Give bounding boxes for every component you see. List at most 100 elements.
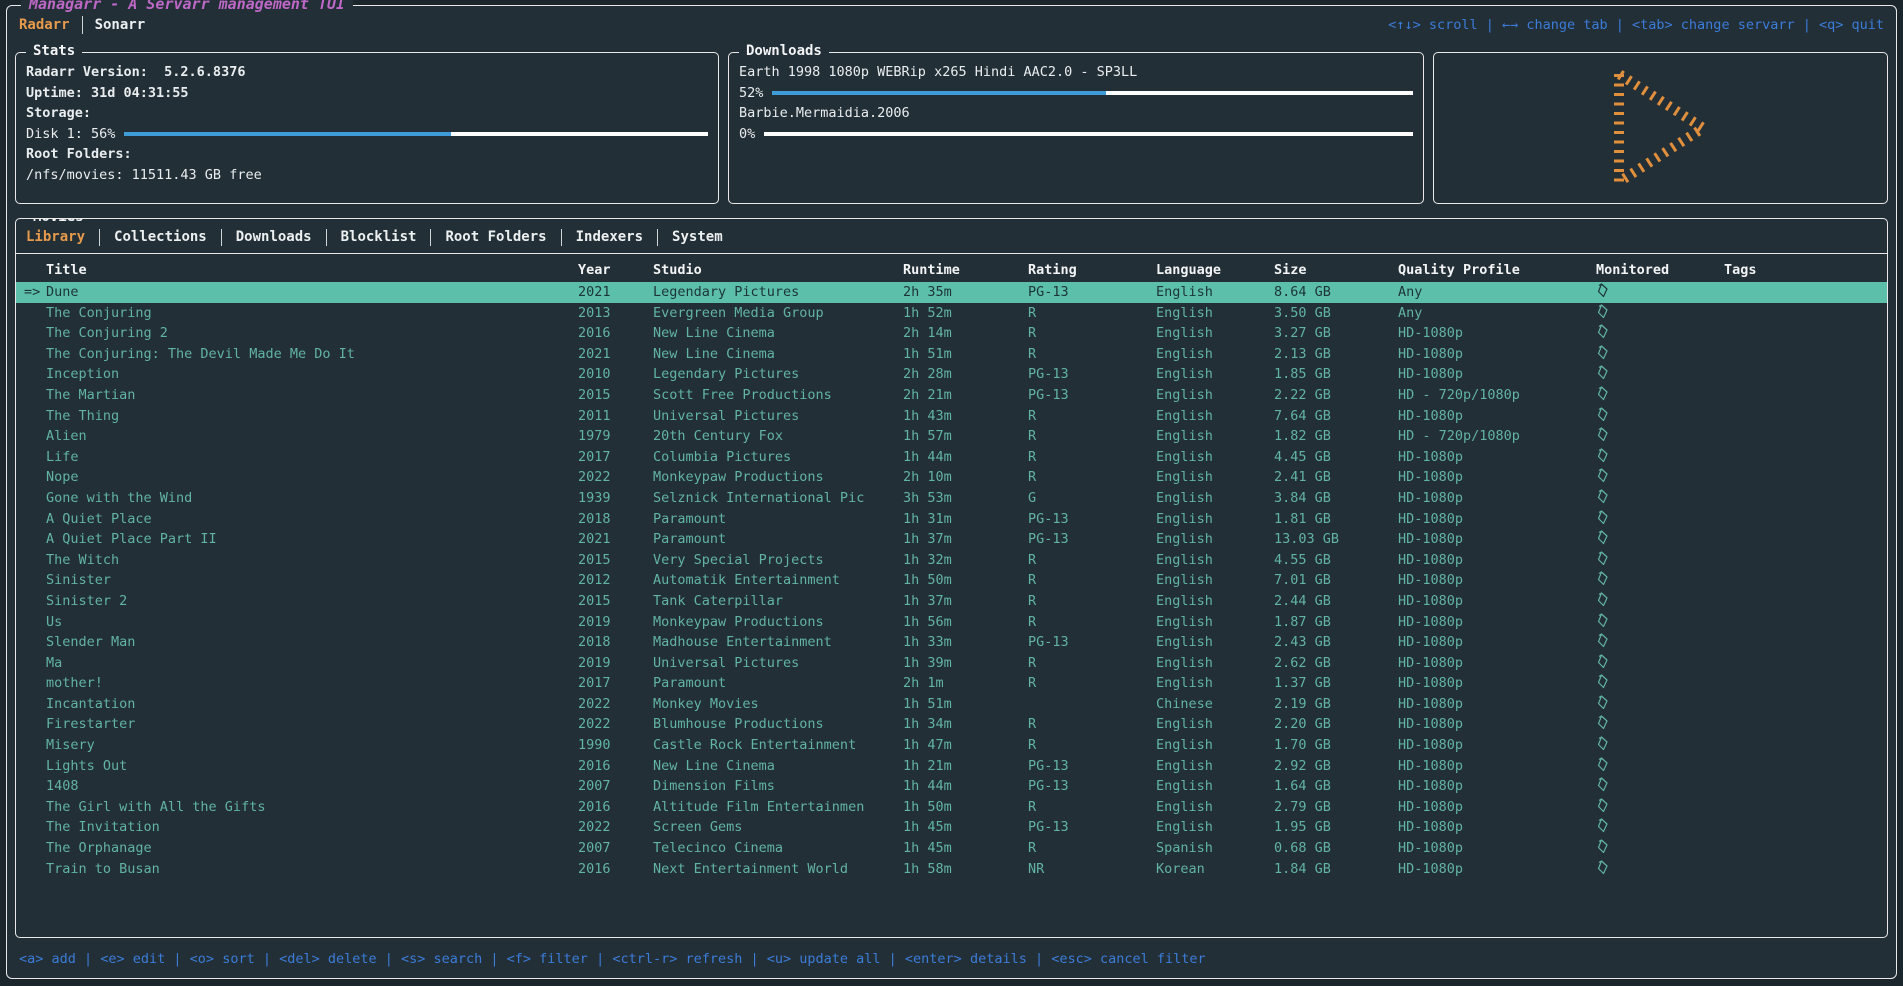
cell-title: mother! [46,673,578,694]
cell-year: 2018 [578,509,653,530]
tab-separator [326,229,327,246]
servarr-tab-radarr[interactable]: Radarr [19,17,70,33]
table-row[interactable]: Incantation2022Monkey Movies1h 51mChines… [16,694,1887,715]
table-row[interactable]: Inception2010Legendary Pictures2h 28mPG-… [16,364,1887,385]
tab-system[interactable]: System [672,229,723,245]
cell-size: 3.84 GB [1274,488,1398,509]
cell-title: Sinister [46,570,578,591]
cell-monitored [1596,756,1724,777]
cell-quality-profile: HD-1080p [1398,612,1596,633]
table-row[interactable]: Sinister2012Automatik Entertainment1h 50… [16,570,1887,591]
cell-size: 1.84 GB [1274,859,1398,880]
selection-marker [16,509,46,530]
cell-studio: Screen Gems [653,817,903,838]
cell-size: 1.81 GB [1274,509,1398,530]
cell-rating: R [1028,570,1156,591]
table-row[interactable]: Lights Out2016New Line Cinema1h 21mPG-13… [16,756,1887,777]
table-row[interactable]: A Quiet Place Part II2021Paramount1h 37m… [16,529,1887,550]
cell-year: 2015 [578,591,653,612]
cell-tags [1724,756,1887,777]
table-row[interactable]: Alien197920th Century Fox1h 57mREnglish1… [16,426,1887,447]
table-row[interactable]: mother!2017Paramount2h 1mREnglish1.37 GB… [16,673,1887,694]
tag-icon [1596,427,1610,442]
cell-size: 4.45 GB [1274,447,1398,468]
cell-monitored [1596,344,1724,365]
cell-language: English [1156,797,1274,818]
cell-rating: R [1028,673,1156,694]
cell-studio: New Line Cinema [653,756,903,777]
table-row[interactable]: The Invitation2022Screen Gems1h 45mPG-13… [16,817,1887,838]
cell-year: 2022 [578,714,653,735]
cell-year: 2013 [578,303,653,324]
table-row[interactable]: The Conjuring 22016New Line Cinema2h 14m… [16,323,1887,344]
app-title: Managarr - A Servarr management TUI [21,0,353,13]
logo-panel [1433,52,1888,204]
column-header-tags: Tags [1724,258,1887,282]
tab-indexers[interactable]: Indexers [576,229,643,245]
cell-language: English [1156,714,1274,735]
table-row[interactable]: Train to Busan2016Next Entertainment Wor… [16,859,1887,880]
table-row[interactable]: Gone with the Wind1939Selznick Internati… [16,488,1887,509]
cell-rating: R [1028,323,1156,344]
selection-marker [16,591,46,612]
cell-year: 2010 [578,364,653,385]
table-row[interactable]: The Martian2015Scott Free Productions2h … [16,385,1887,406]
cell-runtime: 1h 32m [903,550,1028,571]
cell-language: English [1156,467,1274,488]
table-row[interactable]: Misery1990Castle Rock Entertainment1h 47… [16,735,1887,756]
selection-marker [16,406,46,427]
column-header-rating: Rating [1028,258,1156,282]
cell-size: 4.55 GB [1274,550,1398,571]
cell-rating: R [1028,714,1156,735]
cell-quality-profile: Any [1398,282,1596,303]
table-row[interactable]: =>Dune2021Legendary Pictures2h 35mPG-13E… [16,282,1887,303]
cell-monitored [1596,323,1724,344]
cell-studio: Scott Free Productions [653,385,903,406]
tab-blocklist[interactable]: Blocklist [341,229,417,245]
servarr-tabs: Radarr Sonarr [19,16,145,34]
cell-runtime: 2h 10m [903,467,1028,488]
table-row[interactable]: The Girl with All the Gifts2016Altitude … [16,797,1887,818]
cell-rating: PG-13 [1028,529,1156,550]
table-row[interactable]: Nope2022Monkeypaw Productions2h 10mREngl… [16,467,1887,488]
cell-quality-profile: HD-1080p [1398,756,1596,777]
cell-monitored [1596,714,1724,735]
selection-marker [16,467,46,488]
table-row[interactable]: A Quiet Place2018Paramount1h 31mPG-13Eng… [16,509,1887,530]
cell-tags [1724,797,1887,818]
cell-tags [1724,447,1887,468]
cell-language: English [1156,570,1274,591]
table-row[interactable]: Firestarter2022Blumhouse Productions1h 3… [16,714,1887,735]
cell-year: 1990 [578,735,653,756]
table-row[interactable]: Us2019Monkeypaw Productions1h 56mREnglis… [16,612,1887,633]
cell-rating: R [1028,797,1156,818]
selection-marker [16,303,46,324]
table-row[interactable]: The Witch2015Very Special Projects1h 32m… [16,550,1887,571]
tab-collections[interactable]: Collections [114,229,207,245]
table-row[interactable]: Life2017Columbia Pictures1h 44mREnglish4… [16,447,1887,468]
tag-icon [1596,839,1610,854]
tag-icon [1596,860,1610,875]
tab-downloads[interactable]: Downloads [236,229,312,245]
download-percent: 0% [739,124,755,145]
table-row[interactable]: The Orphanage2007Telecinco Cinema1h 45mR… [16,838,1887,859]
servarr-tab-sonarr[interactable]: Sonarr [95,17,146,33]
cell-year: 1939 [578,488,653,509]
table-row[interactable]: Slender Man2018Madhouse Entertainment1h … [16,632,1887,653]
cell-language: English [1156,488,1274,509]
selection-marker [16,653,46,674]
cell-size: 2.19 GB [1274,694,1398,715]
cell-year: 2021 [578,529,653,550]
selection-marker [16,529,46,550]
table-row[interactable]: 14082007Dimension Films1h 44mPG-13Englis… [16,776,1887,797]
table-row[interactable]: Sinister 22015Tank Caterpillar1h 37mREng… [16,591,1887,612]
cell-title: Life [46,447,578,468]
tab-root-folders[interactable]: Root Folders [445,229,546,245]
table-row[interactable]: Ma2019Universal Pictures1h 39mREnglish2.… [16,653,1887,674]
tab-separator [99,229,100,246]
table-row[interactable]: The Conjuring2013Evergreen Media Group1h… [16,303,1887,324]
table-row[interactable]: The Conjuring: The Devil Made Me Do It20… [16,344,1887,365]
table-row[interactable]: The Thing2011Universal Pictures1h 43mREn… [16,406,1887,427]
tab-library[interactable]: Library [26,229,85,245]
selection-marker [16,694,46,715]
